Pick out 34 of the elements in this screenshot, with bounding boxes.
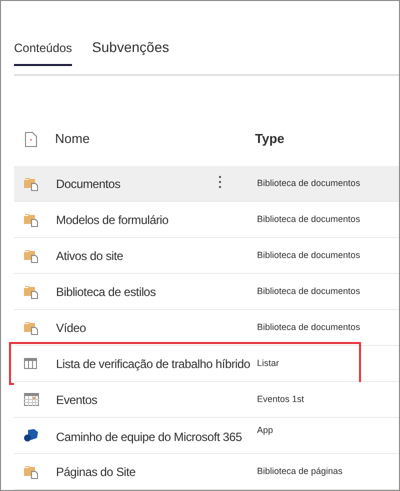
tab[interactable]: Conteúdos bbox=[14, 37, 72, 66]
folder-document-icon bbox=[24, 248, 39, 262]
item-name[interactable]: Lista de verificação de trabalho híbrido bbox=[56, 354, 257, 372]
folder-document-icon bbox=[24, 284, 39, 298]
item-name[interactable]: Eventos bbox=[56, 390, 257, 408]
column-header[interactable]: Type bbox=[255, 129, 284, 149]
item-name[interactable]: Ativos do site bbox=[56, 246, 257, 264]
folder-document-icon bbox=[24, 212, 39, 226]
item-name[interactable]: Páginas do Site bbox=[56, 462, 257, 480]
table-row[interactable]: Documentos Biblioteca de documentos bbox=[14, 166, 399, 202]
file-icon bbox=[25, 132, 37, 146]
folder-document-icon bbox=[24, 320, 39, 334]
column-header[interactable]: Nome bbox=[55, 129, 255, 149]
item-type: Biblioteca de documentos bbox=[257, 212, 360, 226]
calendar-icon bbox=[24, 393, 39, 406]
item-type: Biblioteca de documentos bbox=[257, 284, 360, 298]
tab[interactable]: Subvenções bbox=[92, 37, 170, 66]
item-name[interactable]: Documentos bbox=[56, 174, 257, 192]
item-type: Biblioteca de documentos bbox=[257, 320, 360, 334]
table-row[interactable]: Eventos Eventos 1st bbox=[14, 382, 399, 418]
item-type: App bbox=[257, 424, 274, 437]
folder-document-icon bbox=[24, 176, 39, 190]
table-icon bbox=[24, 358, 37, 369]
item-name[interactable]: Vídeo bbox=[56, 318, 257, 336]
folder-document-icon bbox=[24, 464, 39, 478]
item-type: Listar bbox=[257, 356, 280, 370]
item-type: Biblioteca de documentos bbox=[257, 248, 360, 262]
cube-icon bbox=[24, 429, 38, 442]
item-name[interactable]: Modelos de formulário bbox=[56, 210, 257, 228]
item-type: Biblioteca de documentos bbox=[257, 176, 360, 190]
item-name[interactable]: Biblioteca de estilos bbox=[56, 282, 257, 300]
item-type: Biblioteca de páginas bbox=[257, 464, 343, 478]
item-name[interactable]: Caminho de equipe do Microsoft 365 bbox=[56, 428, 257, 446]
item-type: Eventos 1st bbox=[257, 392, 304, 406]
